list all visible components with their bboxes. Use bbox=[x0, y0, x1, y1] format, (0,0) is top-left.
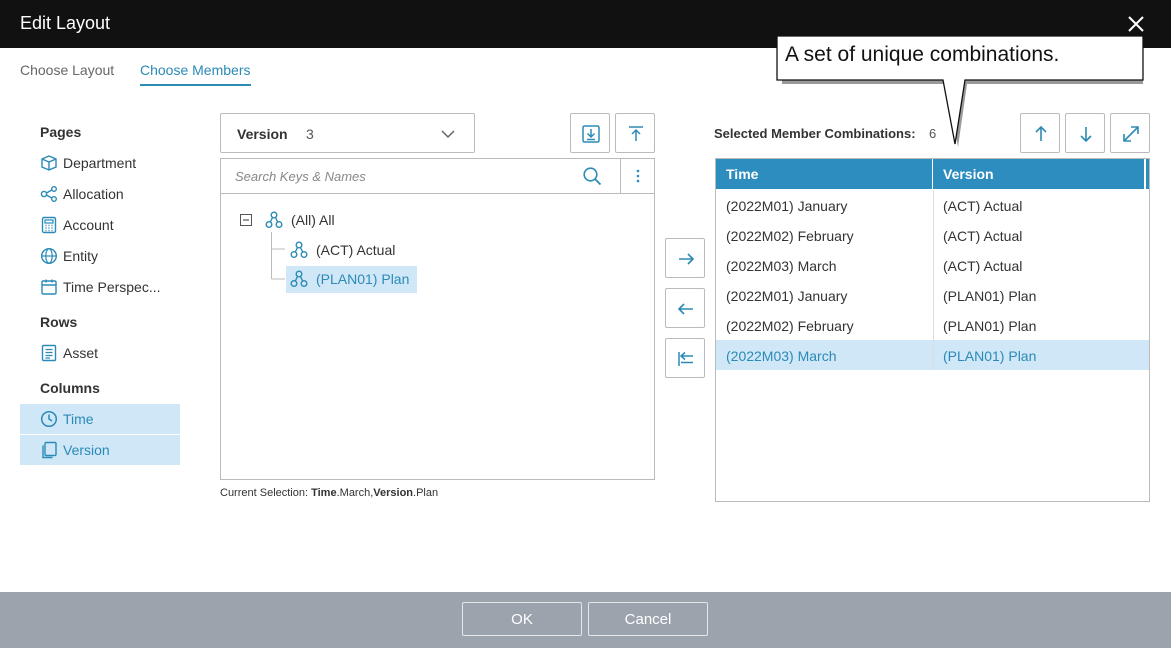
columns-section-label: Columns bbox=[40, 380, 100, 396]
remove-selected-button[interactable] bbox=[665, 288, 705, 328]
sidebar-item-department[interactable]: Department bbox=[20, 148, 180, 178]
copy-icon bbox=[42, 441, 57, 459]
tree-node-label: (PLAN01) Plan bbox=[316, 271, 410, 287]
table-row[interactable]: (2022M03) March (PLAN01) Plan bbox=[716, 340, 1149, 370]
member-tree-panel: (All) All (ACT) Actual (PLAN01) Plan bbox=[220, 158, 655, 480]
column-header-time[interactable]: Time bbox=[716, 159, 933, 189]
dimension-name: Version bbox=[237, 126, 288, 142]
cube-icon bbox=[41, 155, 57, 171]
sidebar-item-allocation[interactable]: Allocation bbox=[20, 179, 180, 209]
collapse-all-button[interactable] bbox=[615, 113, 655, 153]
add-selected-button[interactable] bbox=[665, 238, 705, 278]
tree-node-all[interactable]: (All) All bbox=[261, 207, 361, 233]
tree-node-label: (All) All bbox=[291, 212, 335, 228]
dimension-member-count: 3 bbox=[306, 126, 314, 142]
arrow-right-icon bbox=[679, 253, 695, 265]
sidebar-item-label: Allocation bbox=[63, 186, 124, 202]
sidebar-item-entity[interactable]: Entity bbox=[20, 241, 180, 271]
sidebar-item-time[interactable]: Time bbox=[20, 404, 180, 434]
globe-icon bbox=[40, 247, 58, 265]
sidebar-item-label: Time bbox=[63, 411, 94, 427]
remove-all-button[interactable] bbox=[665, 338, 705, 378]
arrow-left-all-icon bbox=[678, 351, 693, 366]
sidebar-item-label: Version bbox=[63, 442, 110, 458]
share-nodes-icon bbox=[40, 186, 57, 202]
table-row[interactable]: (2022M01) January (ACT) Actual bbox=[716, 190, 1149, 220]
sidebar-item-label: Department bbox=[63, 155, 137, 171]
tree-node-label: (ACT) Actual bbox=[316, 242, 396, 258]
current-selection: Current Selection: Time.March,Version.Pl… bbox=[220, 487, 439, 499]
column-header-version[interactable]: Version bbox=[933, 159, 1146, 189]
hierarchy-icon bbox=[290, 241, 308, 258]
close-icon[interactable] bbox=[1125, 13, 1147, 35]
sidebar-item-version[interactable]: Version bbox=[20, 435, 180, 465]
download-tray-icon bbox=[582, 125, 600, 143]
grid-header: Time Version bbox=[716, 159, 1149, 189]
tab-choose-layout[interactable]: Choose Layout bbox=[20, 62, 114, 84]
cancel-button[interactable]: Cancel bbox=[588, 602, 708, 636]
sidebar-item-label: Time Perspec... bbox=[63, 279, 161, 295]
dialog-title: Edit Layout bbox=[20, 13, 111, 33]
pages-section-label: Pages bbox=[40, 124, 82, 140]
dialog-footer: OK Cancel bbox=[0, 592, 1171, 648]
hierarchy-icon bbox=[290, 270, 308, 287]
sidebar-item-asset[interactable]: Asset bbox=[20, 338, 180, 368]
callout-annotation: A set of unique combinations. bbox=[777, 36, 1144, 80]
table-row[interactable]: (2022M01) January (PLAN01) Plan bbox=[716, 280, 1149, 310]
table-row[interactable]: (2022M03) March (ACT) Actual bbox=[716, 250, 1149, 280]
hierarchy-icon bbox=[265, 211, 283, 228]
sidebar-item-label: Account bbox=[63, 217, 114, 233]
sidebar-item-account[interactable]: Account bbox=[20, 210, 180, 240]
arrow-left-icon bbox=[677, 303, 693, 315]
tree-node-actual[interactable]: (ACT) Actual bbox=[286, 237, 406, 263]
selected-combinations-grid: Time Version (2022M01) January (ACT) Act… bbox=[715, 158, 1150, 502]
collapse-toggle-icon[interactable] bbox=[240, 214, 252, 226]
rows-section-label: Rows bbox=[40, 314, 78, 330]
sidebar-item-time-perspective[interactable]: Time Perspec... bbox=[20, 272, 180, 302]
calendar-icon bbox=[41, 279, 57, 295]
tree-node-plan[interactable]: (PLAN01) Plan bbox=[286, 266, 417, 293]
upload-to-top-icon bbox=[629, 126, 643, 141]
ok-button[interactable]: OK bbox=[462, 602, 582, 636]
calculator-icon bbox=[41, 216, 57, 234]
dimension-select[interactable]: Version 3 bbox=[220, 113, 475, 153]
table-row[interactable]: (2022M02) February (PLAN01) Plan bbox=[716, 310, 1149, 340]
clock-icon bbox=[40, 410, 58, 428]
callout-text: A set of unique combinations. bbox=[785, 43, 1060, 66]
sidebar-item-label: Asset bbox=[63, 345, 99, 361]
table-row[interactable]: (2022M02) February (ACT) Actual bbox=[716, 220, 1149, 250]
chevron-down-icon bbox=[441, 130, 455, 139]
list-doc-icon bbox=[41, 344, 57, 362]
expand-all-button[interactable] bbox=[570, 113, 610, 153]
sidebar-item-label: Entity bbox=[63, 248, 99, 264]
tab-choose-members[interactable]: Choose Members bbox=[140, 62, 251, 86]
